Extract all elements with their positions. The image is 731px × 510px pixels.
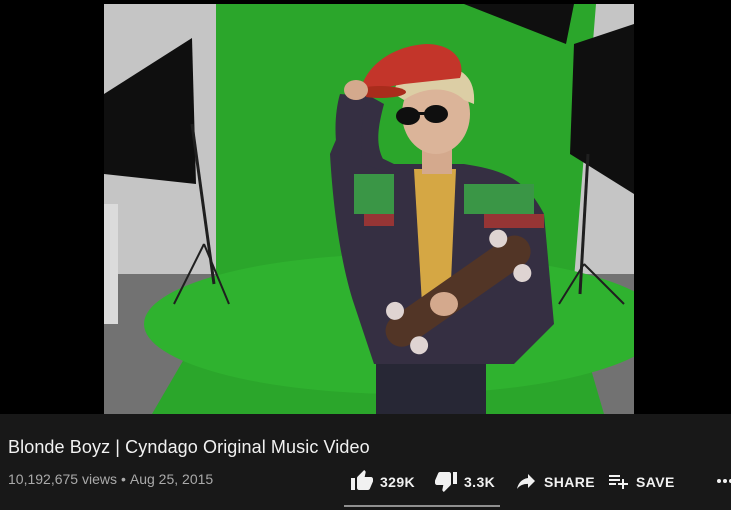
more-actions-button[interactable] [710, 466, 731, 498]
view-count: 10,192,675 views [8, 471, 117, 487]
share-arrow-icon [514, 469, 538, 496]
video-player[interactable] [0, 0, 731, 414]
upload-date: Aug 25, 2015 [129, 471, 214, 487]
dislike-button[interactable]: 3.3K [426, 466, 510, 498]
save-button[interactable]: SAVE [606, 466, 692, 498]
sentiment-bar [344, 505, 500, 507]
share-button[interactable]: SHARE [510, 466, 606, 498]
meta-separator: • [120, 471, 126, 487]
action-bar: 329K 3.3K SHARE SAVE [344, 466, 731, 498]
video-frame [104, 4, 634, 414]
video-title: Blonde Boyz | Cyndago Original Music Vid… [8, 437, 370, 457]
thumb-down-icon [434, 469, 458, 496]
like-button[interactable]: 329K [344, 466, 426, 498]
video-meta: 10,192,675 views • Aug 25, 2015 [8, 471, 213, 487]
save-label: SAVE [636, 474, 675, 490]
share-label: SHARE [544, 474, 596, 490]
like-count: 329K [380, 474, 416, 490]
more-horizontal-icon [713, 469, 731, 496]
dislike-count: 3.3K [464, 474, 496, 490]
playlist-add-icon [606, 469, 630, 496]
thumb-up-icon [350, 469, 374, 496]
